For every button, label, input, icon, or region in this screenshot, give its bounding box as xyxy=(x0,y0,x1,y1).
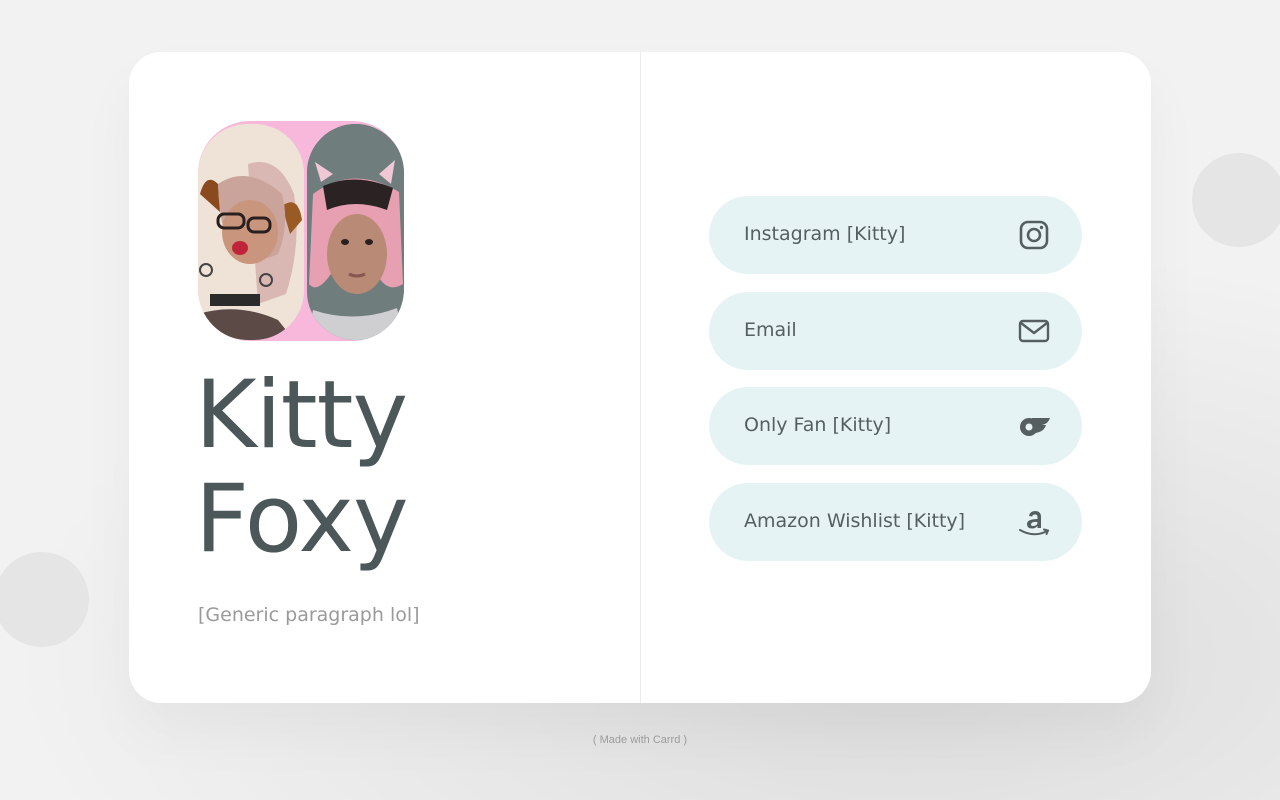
link-label: Amazon Wishlist [Kitty] xyxy=(744,509,966,532)
amazon-icon xyxy=(1018,506,1050,538)
background-circle-left xyxy=(0,552,89,647)
profile-avatar xyxy=(198,121,404,341)
amazon-wishlist-link-button[interactable]: Amazon Wishlist [Kitty] xyxy=(709,482,1082,561)
background-circle-right xyxy=(1192,153,1280,247)
email-link-button[interactable]: Email xyxy=(709,291,1082,370)
onlyfans-icon xyxy=(1018,410,1050,442)
envelope-icon xyxy=(1018,315,1050,347)
instagram-link-button[interactable]: Instagram [Kitty] xyxy=(709,196,1082,274)
onlyfans-link-button[interactable]: Only Fan [Kitty] xyxy=(709,387,1082,465)
profile-card: Kitty Foxy [Generic paragraph lol] Insta… xyxy=(129,52,1151,703)
instagram-icon xyxy=(1018,219,1050,251)
link-label: Email xyxy=(744,318,797,341)
avatar-photo-right xyxy=(307,124,404,340)
card-divider xyxy=(640,52,641,703)
profile-description: [Generic paragraph lol] xyxy=(198,604,420,626)
link-label: Instagram [Kitty] xyxy=(744,223,906,245)
links-list: Instagram [Kitty] Email Only Fan [Kitty] xyxy=(709,196,1082,578)
made-with-carrd-link[interactable]: ( Made with Carrd ) xyxy=(0,734,1280,746)
profile-name-line2: Foxy xyxy=(195,465,409,574)
profile-name: Kitty Foxy xyxy=(195,361,409,574)
profile-name-line1: Kitty xyxy=(195,361,408,470)
link-label: Only Fan [Kitty] xyxy=(744,414,892,436)
avatar-photo-left xyxy=(198,124,304,340)
